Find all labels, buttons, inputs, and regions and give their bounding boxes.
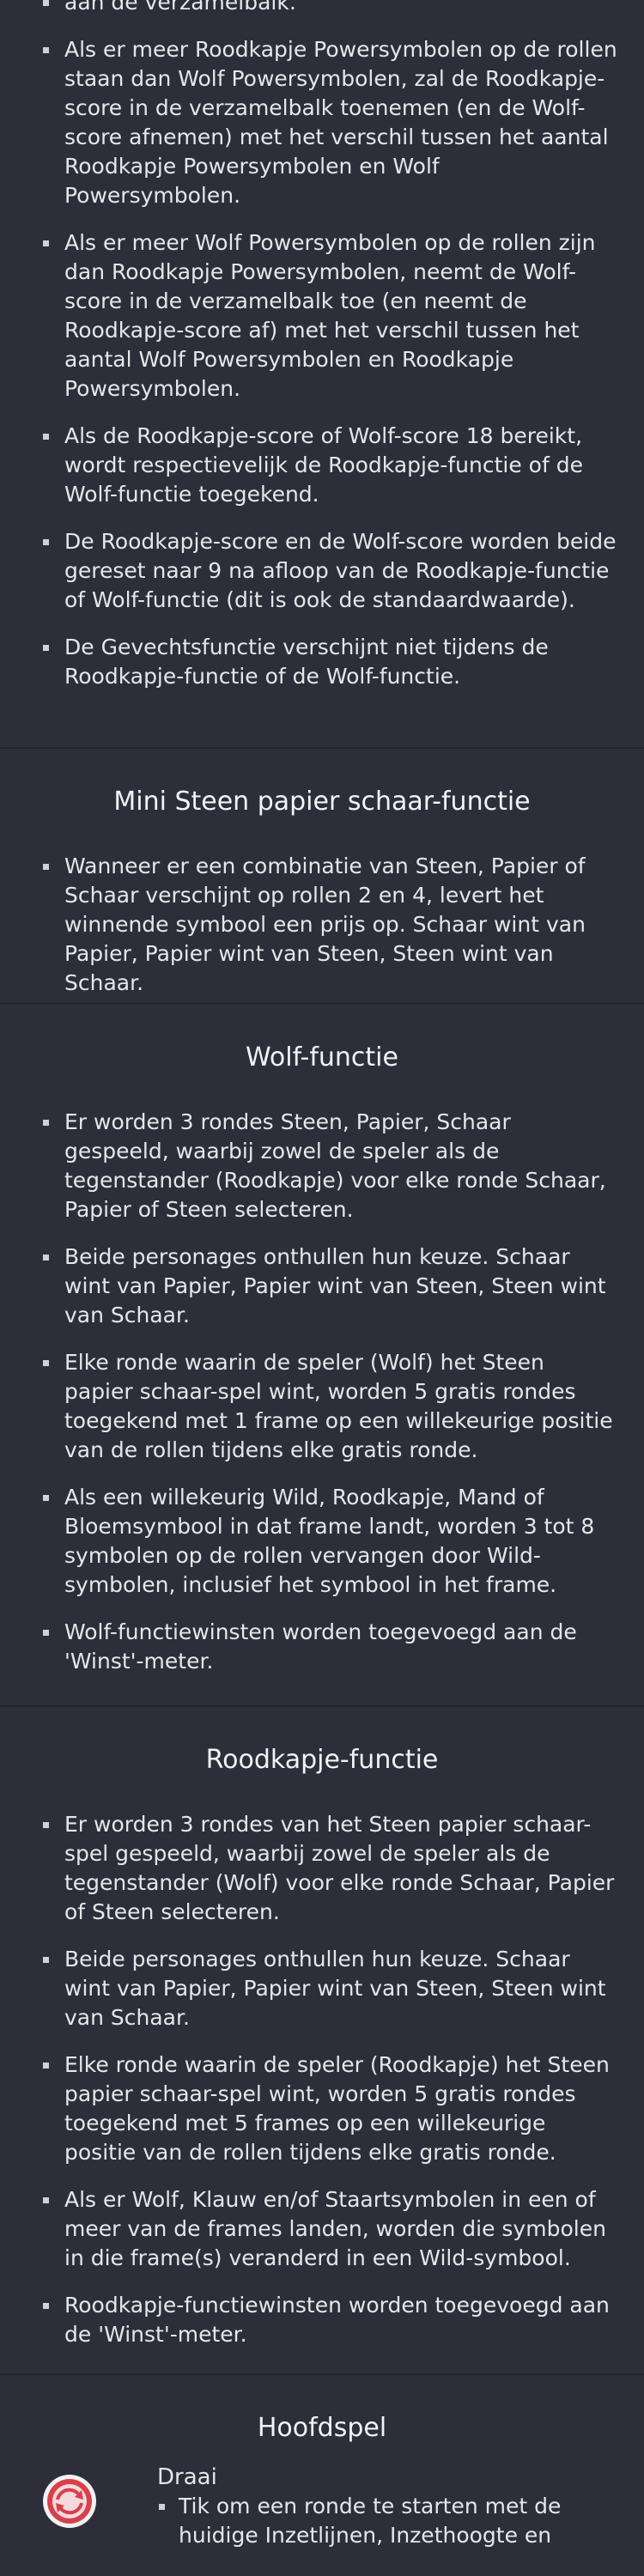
mini-rules-list: Wanneer er een combinatie van Steen, Pap…	[0, 852, 644, 998]
section-title: Hoofdspel	[257, 2413, 387, 2443]
main-game-section: Hoofdspel Draai Tik om een ronde te star…	[0, 2373, 644, 2550]
power-symbols-section: aan de verzamelbalk. Als er meer Roodkap…	[0, 0, 644, 709]
section-title: Roodkapje-functie	[205, 1745, 439, 1775]
rule-item: Er worden 3 rondes Steen, Papier, Schaar…	[41, 1108, 618, 1224]
rule-item: Als er Wolf, Klauw en/of Staartsymbolen …	[41, 2185, 618, 2273]
spin-icon	[41, 2473, 98, 2530]
power-rules-list: aan de verzamelbalk. Als er meer Roodkap…	[0, 0, 644, 691]
spin-label: Draai	[157, 2464, 217, 2490]
rule-item: Elke ronde waarin de speler (Wolf) het S…	[41, 1348, 618, 1465]
rule-item: Elke ronde waarin de speler (Roodkapje) …	[41, 2050, 618, 2167]
wolf-feature-section: Wolf-functie Er worden 3 rondes Steen, P…	[0, 1003, 644, 1694]
paytable-help-page: aan de verzamelbalk. Als er meer Roodkap…	[0, 0, 644, 2576]
rule-item: Als er meer Roodkapje Powersymbolen op d…	[41, 35, 618, 210]
wolf-rules-list: Er worden 3 rondes Steen, Papier, Schaar…	[0, 1108, 644, 1676]
section-title: Wolf-functie	[246, 1042, 398, 1072]
rule-item: Als de Roodkapje-score of Wolf-score 18 …	[41, 422, 618, 509]
rule-item: Wanneer er een combinatie van Steen, Pap…	[41, 852, 618, 998]
roodkapje-feature-section: Roodkapje-functie Er worden 3 rondes van…	[0, 1705, 644, 2367]
rule-item: Er worden 3 rondes van het Steen papier …	[41, 1810, 618, 1927]
rule-item: Wolf-functiewinsten worden toegevoegd aa…	[41, 1618, 618, 1676]
rule-item: Tik om een ronde te starten met de huidi…	[157, 2492, 618, 2550]
rule-item: De Gevechtsfunctie verschijnt niet tijde…	[41, 633, 618, 691]
roodkapje-rules-list: Er worden 3 rondes van het Steen papier …	[0, 1810, 644, 2349]
mini-rps-section: Mini Steen papier schaar-functie Wanneer…	[0, 747, 644, 1016]
rule-item: Roodkapje-functiewinsten worden toegevoe…	[41, 2291, 618, 2349]
rule-item: aan de verzamelbalk.	[41, 0, 618, 17]
spin-row: Draai Tik om een ronde te starten met de…	[0, 2463, 644, 2550]
spin-rules-list: Tik om een ronde te starten met de huidi…	[157, 2492, 618, 2550]
rule-item: De Roodkapje-score en de Wolf-score word…	[41, 527, 618, 615]
rule-item: Als er meer Wolf Powersymbolen op de rol…	[41, 228, 618, 404]
rule-item: Beide personages onthullen hun keuze. Sc…	[41, 1945, 618, 2032]
rule-item: Beide personages onthullen hun keuze. Sc…	[41, 1242, 618, 1330]
rule-item: Als een willekeurig Wild, Roodkapje, Man…	[41, 1483, 618, 1600]
spin-description: Draai Tik om een ronde te starten met de…	[157, 2463, 644, 2550]
section-title: Mini Steen papier schaar-functie	[113, 787, 531, 817]
